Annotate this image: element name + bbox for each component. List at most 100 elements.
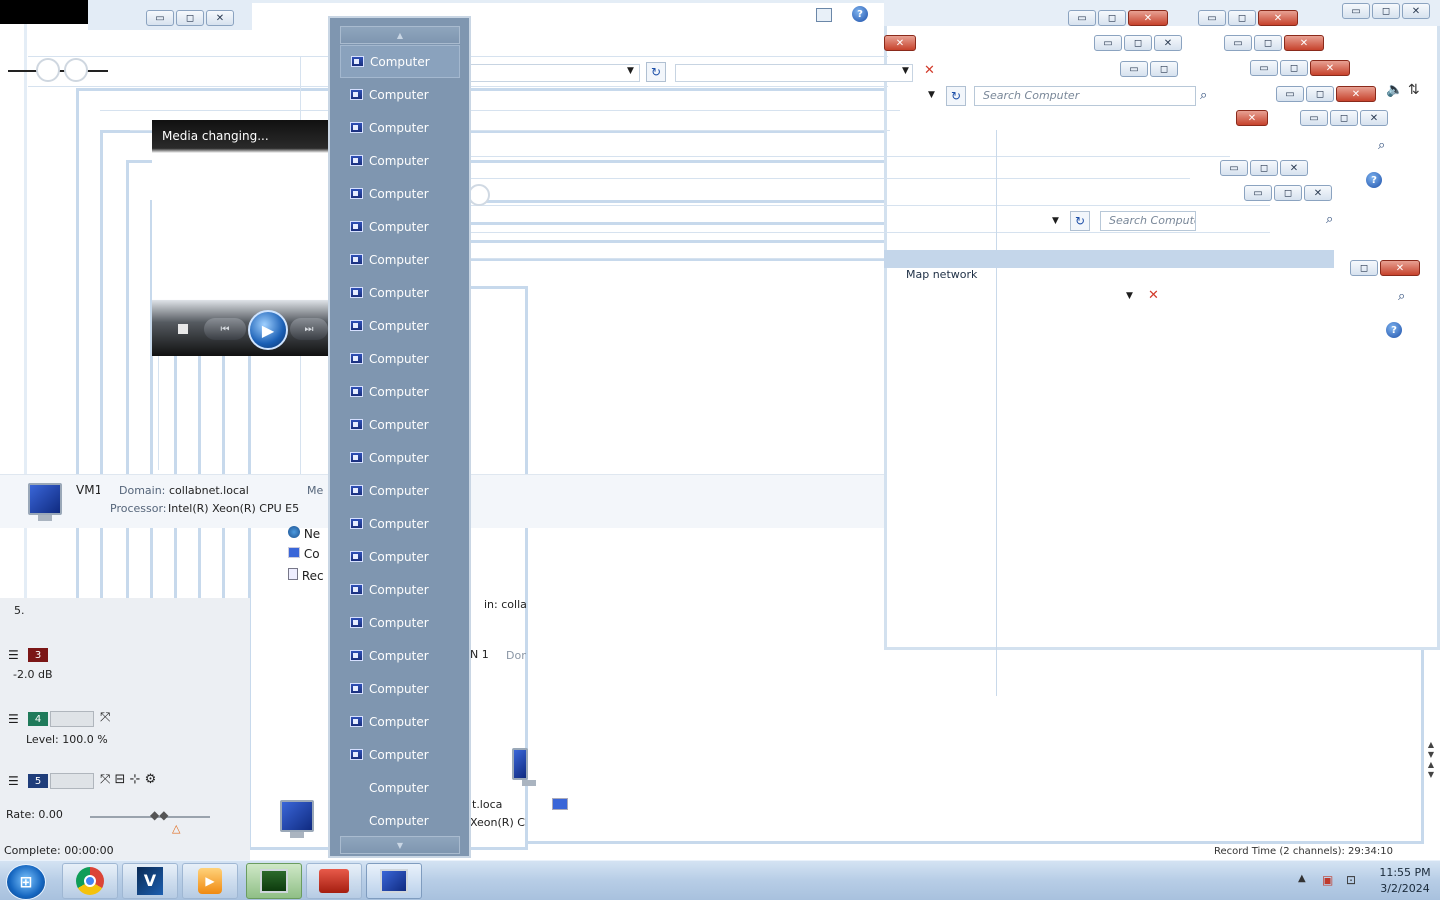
dropdown-item-computer[interactable]: Computer (340, 144, 460, 177)
help-icon[interactable]: ? (852, 6, 868, 22)
chevron-down-icon[interactable]: ▼ (1052, 216, 1059, 226)
expand-icon[interactable]: ⤧ (100, 710, 110, 725)
maximize-button[interactable]: ◻ (1254, 35, 1282, 51)
search-icon[interactable]: ⌕ (1200, 88, 1207, 103)
next-button[interactable]: ⏭ (290, 318, 328, 340)
minimize-button[interactable]: ▭ (1250, 60, 1278, 76)
play-button[interactable]: ▶ (248, 310, 288, 350)
search-input[interactable]: Search Computer (974, 86, 1196, 106)
maximize-button[interactable]: ◻ (1250, 160, 1278, 176)
maximize-button[interactable]: ◻ (1124, 35, 1152, 51)
dropdown-item-computer[interactable]: Computer (340, 507, 460, 540)
close-button[interactable]: ✕ (206, 10, 234, 26)
address-bar[interactable] (470, 64, 640, 82)
track-4[interactable]: 4 (28, 712, 48, 726)
action-center-icon[interactable]: ⊡ (1346, 873, 1356, 887)
refresh-icon[interactable]: ↻ (646, 62, 666, 82)
scroll-up-button[interactable]: ▲ (340, 26, 460, 44)
address-bar[interactable] (675, 64, 913, 82)
computer-dropdown-list[interactable]: ▲ Computer Computer Computer Computer Comput… (328, 16, 471, 858)
search-icon[interactable]: ⌕ (1326, 212, 1333, 227)
maximize-button[interactable]: ◻ (1274, 185, 1302, 201)
minimize-button[interactable]: ▭ (1068, 10, 1096, 26)
minimize-button[interactable]: ▭ (1300, 110, 1328, 126)
close-button[interactable]: ✕ (1360, 110, 1388, 126)
maximize-button[interactable]: ◻ (1306, 86, 1334, 102)
help-icon[interactable]: ? (1366, 172, 1382, 188)
minimize-button[interactable]: ▭ (1224, 35, 1252, 51)
minimize-button[interactable]: ▭ (1244, 185, 1272, 201)
taskbar-computer-management[interactable] (246, 863, 302, 899)
dropdown-item-computer[interactable]: Computer (340, 375, 460, 408)
taskbar-media-player[interactable]: ▶ (182, 863, 238, 899)
refresh-icon[interactable]: ↻ (1070, 211, 1090, 231)
stop-button[interactable] (178, 324, 188, 334)
stop-icon[interactable]: ✕ (924, 63, 935, 78)
menu-icon[interactable]: ☰ (8, 712, 19, 726)
nav-computer[interactable]: Co (288, 547, 328, 561)
chevron-down-icon[interactable]: ▼ (1126, 291, 1133, 301)
maximize-button[interactable]: ◻ (1372, 3, 1400, 19)
dropdown-item-computer[interactable]: Computer (340, 573, 460, 606)
menu-icon[interactable]: ☰ (8, 774, 19, 788)
refresh-icon[interactable]: ↻ (946, 86, 966, 106)
dropdown-item-computer[interactable]: Computer (340, 45, 460, 78)
close-button[interactable]: ✕ (1258, 10, 1298, 26)
back-forward-icon[interactable] (8, 58, 108, 84)
minimize-button[interactable]: ▭ (1220, 160, 1248, 176)
start-button[interactable]: ⊞ (6, 864, 46, 900)
dropdown-item-computer[interactable]: Computer (340, 441, 460, 474)
close-button[interactable]: ✕ (1154, 35, 1182, 51)
dropdown-item-computer[interactable]: Computer (340, 210, 460, 243)
dropdown-item-computer[interactable]: Computer (340, 738, 460, 771)
taskbar-toolbox[interactable] (306, 863, 362, 899)
maximize-button[interactable]: ◻ (176, 10, 204, 26)
dropdown-item-computer[interactable]: Computer (340, 408, 460, 441)
previous-button[interactable]: ⏮ (204, 318, 246, 340)
dropdown-item-computer[interactable]: Computer (340, 606, 460, 639)
track-name-field[interactable] (50, 711, 94, 727)
close-button[interactable]: ✕ (1402, 3, 1430, 19)
map-drive-label[interactable]: Map network drive (906, 268, 1006, 280)
nav-recycle-bin[interactable]: Rec (288, 568, 328, 583)
chevron-down-icon[interactable]: ▼ (902, 66, 909, 76)
dropdown-item-computer[interactable]: Computer (340, 804, 460, 837)
close-button[interactable]: ✕ (1304, 185, 1332, 201)
maximize-button[interactable]: ◻ (1330, 110, 1358, 126)
search-icon[interactable]: ⌕ (1398, 289, 1405, 304)
minimize-button[interactable]: ▭ (1094, 35, 1122, 51)
close-button[interactable]: ✕ (1380, 260, 1420, 276)
dropdown-item-computer[interactable]: Computer (340, 276, 460, 309)
minimize-button[interactable]: ▭ (1342, 3, 1370, 19)
track-3[interactable]: 3 (28, 648, 48, 662)
rate-slider-thumb[interactable]: ◆◆ (150, 808, 168, 822)
close-button[interactable]: ✕ (1336, 86, 1376, 102)
search-icon[interactable]: ⌕ (1378, 138, 1385, 153)
network-status-icon[interactable]: ▣ (1322, 873, 1333, 887)
minimize-button[interactable]: ▭ (146, 10, 174, 26)
help-icon[interactable]: ? (1386, 322, 1402, 338)
back-icon[interactable] (468, 184, 490, 206)
maximize-button[interactable]: ◻ (1150, 61, 1178, 77)
taskbar-chrome[interactable] (62, 863, 118, 899)
stop-icon[interactable]: ✕ (1148, 288, 1159, 303)
maximize-button[interactable]: ◻ (1098, 10, 1126, 26)
volume-controls[interactable]: 🔈 ⇅ (1386, 82, 1420, 98)
taskbar-vegas[interactable]: V (122, 863, 178, 899)
close-button[interactable]: ✕ (1310, 60, 1350, 76)
search-input[interactable]: Search Compute (1100, 211, 1196, 231)
maximize-button[interactable]: ◻ (1280, 60, 1308, 76)
minimize-button[interactable]: ▭ (1198, 10, 1226, 26)
dropdown-item-computer[interactable]: Computer (340, 78, 460, 111)
close-button[interactable]: ✕ (1280, 160, 1308, 176)
close-icon[interactable]: ✕ (884, 35, 916, 51)
dropdown-item-computer[interactable]: Computer (340, 342, 460, 375)
track-5[interactable]: 5 (28, 774, 48, 788)
show-hidden-icons[interactable]: ▲ (1298, 873, 1306, 884)
expand-icon[interactable]: ⤧ ⊟ ⊹ ⚙ (100, 772, 156, 787)
dropdown-item-computer[interactable]: Computer (340, 540, 460, 573)
dropdown-item-computer[interactable]: Computer (340, 474, 460, 507)
chevron-down-icon[interactable]: ▼ (627, 66, 634, 76)
close-button[interactable]: ✕ (1128, 10, 1168, 26)
dropdown-item-computer[interactable]: Computer (340, 771, 460, 804)
